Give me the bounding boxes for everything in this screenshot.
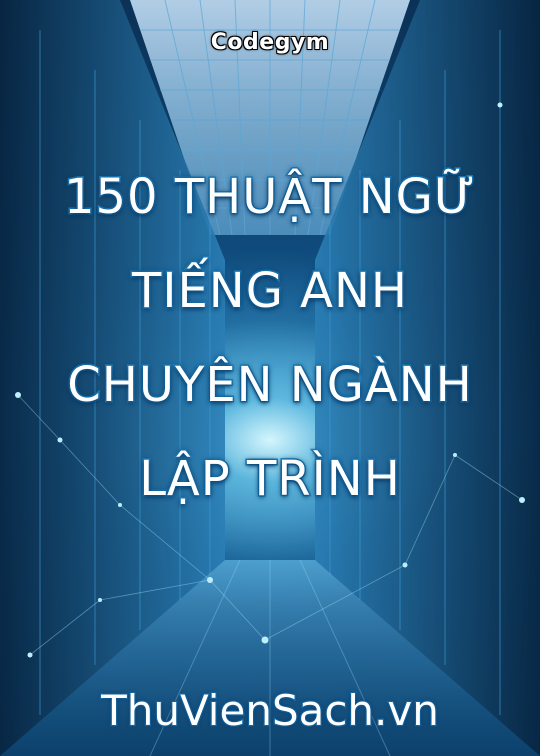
title-line-3: CHUYÊN NGÀNH: [66, 356, 474, 415]
publisher-brand: Codegym: [210, 30, 330, 55]
book-title: 150 THUẬT NGỮ TIẾNG ANH CHUYÊN NGÀNH LẬP…: [0, 150, 540, 526]
watermark-site-name: ThuVienSach.vn: [100, 685, 440, 737]
title-line-2: TIẾNG ANH: [131, 262, 409, 321]
title-line-4: LẬP TRÌNH: [138, 450, 402, 509]
title-line-1: 150 THUẬT NGỮ: [62, 168, 477, 227]
book-cover: Codegym 150 THUẬT NGỮ TIẾNG ANH CHUYÊN N…: [0, 0, 540, 756]
